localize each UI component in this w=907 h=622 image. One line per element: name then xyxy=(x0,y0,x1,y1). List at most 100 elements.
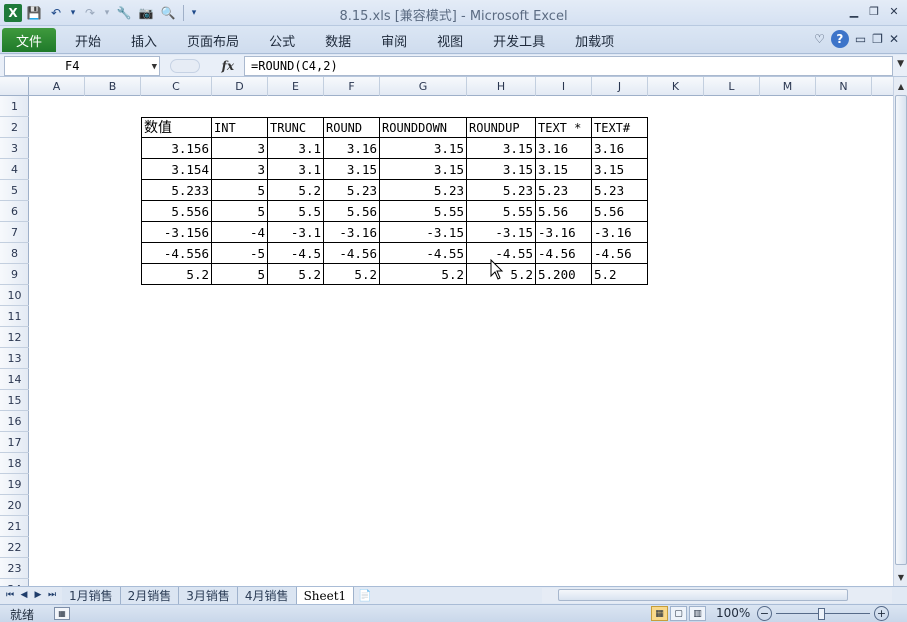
table-header-cell[interactable]: INT xyxy=(212,117,268,138)
column-header-i[interactable]: I xyxy=(536,77,592,96)
table-header-cell[interactable]: ROUNDDOWN xyxy=(380,117,467,138)
expand-formula-bar-icon[interactable]: ▼ xyxy=(897,59,904,69)
vertical-scrollbar[interactable]: ▲ ▼ xyxy=(893,77,907,586)
column-header-h[interactable]: H xyxy=(467,77,536,96)
tab-data[interactable]: 数据 xyxy=(310,28,366,52)
sheet-tab-jan-sales[interactable]: 1月销售 xyxy=(62,587,121,604)
table-header-cell[interactable]: TEXT * xyxy=(536,117,592,138)
column-header-j[interactable]: J xyxy=(592,77,648,96)
workbook-close-icon[interactable]: ✕ xyxy=(889,32,899,46)
minimize-icon[interactable]: ▁ xyxy=(845,3,863,19)
column-header-m[interactable]: M xyxy=(760,77,816,96)
table-cell[interactable]: 5.2 xyxy=(268,180,324,201)
sheet-tab-sheet1[interactable]: Sheet1 xyxy=(296,587,355,604)
table-cell[interactable]: 5.2 xyxy=(324,264,380,285)
horizontal-scroll-thumb[interactable] xyxy=(558,589,848,601)
zoom-level[interactable]: 100% xyxy=(716,606,750,620)
table-cell[interactable]: 5 xyxy=(212,201,268,222)
vertical-scroll-thumb[interactable] xyxy=(895,95,907,565)
table-cell[interactable]: 5.2 xyxy=(268,264,324,285)
table-cell[interactable]: -3.15 xyxy=(380,222,467,243)
normal-view-icon[interactable]: ▦ xyxy=(651,606,668,621)
table-cell[interactable]: 5.23 xyxy=(467,180,536,201)
table-header-cell[interactable]: 数值 xyxy=(141,117,212,138)
table-cell[interactable]: 5.55 xyxy=(467,201,536,222)
page-layout-view-icon[interactable]: ▢ xyxy=(670,606,687,621)
first-sheet-icon[interactable]: ⏮ xyxy=(4,588,16,602)
table-cell[interactable]: -4.56 xyxy=(592,243,648,264)
row-header-8[interactable]: 8 xyxy=(0,243,29,264)
table-cell[interactable]: 3.16 xyxy=(592,138,648,159)
row-header-19[interactable]: 19 xyxy=(0,474,29,495)
tab-view[interactable]: 视图 xyxy=(422,28,478,52)
table-cell[interactable]: 3.156 xyxy=(141,138,212,159)
table-cell[interactable]: -4.56 xyxy=(536,243,592,264)
table-cell[interactable]: -3.16 xyxy=(536,222,592,243)
insert-function-icon[interactable]: fx xyxy=(222,59,234,73)
column-header-l[interactable]: L xyxy=(704,77,760,96)
formula-input[interactable]: =ROUND(C4,2) xyxy=(244,56,893,76)
row-header-7[interactable]: 7 xyxy=(0,222,29,243)
column-header-g[interactable]: G xyxy=(380,77,467,96)
table-cell[interactable]: 3.1 xyxy=(268,159,324,180)
sheet-tab-apr-sales[interactable]: 4月销售 xyxy=(237,587,297,604)
table-cell[interactable]: -3.16 xyxy=(324,222,380,243)
column-header-k[interactable]: K xyxy=(648,77,704,96)
formula-bar-splitter[interactable] xyxy=(170,59,200,73)
select-all-corner[interactable] xyxy=(0,77,29,96)
table-cell[interactable]: 5.55 xyxy=(380,201,467,222)
workbook-restore-icon[interactable]: ❐ xyxy=(872,32,883,46)
column-header-c[interactable]: C xyxy=(141,77,212,96)
table-cell[interactable]: 5.56 xyxy=(536,201,592,222)
row-header-2[interactable]: 2 xyxy=(0,117,29,138)
table-cell[interactable]: 3.1 xyxy=(268,138,324,159)
table-cell[interactable]: 5.2 xyxy=(141,264,212,285)
table-cell[interactable]: -4.56 xyxy=(324,243,380,264)
table-cell[interactable]: -3.16 xyxy=(592,222,648,243)
macro-record-icon[interactable]: ▦ xyxy=(54,607,70,620)
row-header-12[interactable]: 12 xyxy=(0,327,29,348)
row-header-23[interactable]: 23 xyxy=(0,558,29,579)
scroll-down-icon[interactable]: ▼ xyxy=(894,570,907,584)
row-header-13[interactable]: 13 xyxy=(0,348,29,369)
tab-home[interactable]: 开始 xyxy=(60,28,116,52)
table-cell[interactable]: -3.156 xyxy=(141,222,212,243)
row-header-9[interactable]: 9 xyxy=(0,264,29,285)
table-cell[interactable]: 3.15 xyxy=(324,159,380,180)
table-cell[interactable]: 5.200 xyxy=(536,264,592,285)
table-cell[interactable]: 5.5 xyxy=(268,201,324,222)
table-cell[interactable]: 3.154 xyxy=(141,159,212,180)
table-cell[interactable]: -5 xyxy=(212,243,268,264)
table-cell[interactable]: 3 xyxy=(212,138,268,159)
zoom-in-icon[interactable]: + xyxy=(874,606,889,621)
zoom-slider-thumb[interactable] xyxy=(818,608,825,620)
table-cell[interactable]: 5.56 xyxy=(324,201,380,222)
table-cell[interactable]: 3.15 xyxy=(467,159,536,180)
table-cell[interactable]: 5.233 xyxy=(141,180,212,201)
row-header-21[interactable]: 21 xyxy=(0,516,29,537)
column-header-e[interactable]: E xyxy=(268,77,324,96)
scroll-up-icon[interactable]: ▲ xyxy=(894,79,907,93)
row-header-4[interactable]: 4 xyxy=(0,159,29,180)
close-icon[interactable]: ✕ xyxy=(885,3,903,19)
name-box[interactable]: F4 ▼ xyxy=(4,56,160,76)
help-icon[interactable]: ? xyxy=(830,30,849,48)
table-cell[interactable]: -4.5 xyxy=(268,243,324,264)
name-box-dropdown-icon[interactable]: ▼ xyxy=(152,58,157,76)
table-cell[interactable]: 5 xyxy=(212,264,268,285)
row-header-16[interactable]: 16 xyxy=(0,411,29,432)
column-header-n[interactable]: N xyxy=(816,77,872,96)
insert-sheet-icon[interactable]: 📄 xyxy=(354,587,376,604)
table-header-cell[interactable]: ROUND xyxy=(324,117,380,138)
tab-formulas[interactable]: 公式 xyxy=(254,28,310,52)
table-cell[interactable]: 3.15 xyxy=(380,138,467,159)
table-cell[interactable]: 3.15 xyxy=(467,138,536,159)
horizontal-scrollbar[interactable] xyxy=(542,588,892,603)
table-cell[interactable]: 3 xyxy=(212,159,268,180)
table-cell[interactable]: 5.556 xyxy=(141,201,212,222)
table-header-cell[interactable]: TRUNC xyxy=(268,117,324,138)
table-cell[interactable]: 5.23 xyxy=(380,180,467,201)
row-header-22[interactable]: 22 xyxy=(0,537,29,558)
row-header-17[interactable]: 17 xyxy=(0,432,29,453)
zoom-out-icon[interactable]: − xyxy=(757,606,772,621)
